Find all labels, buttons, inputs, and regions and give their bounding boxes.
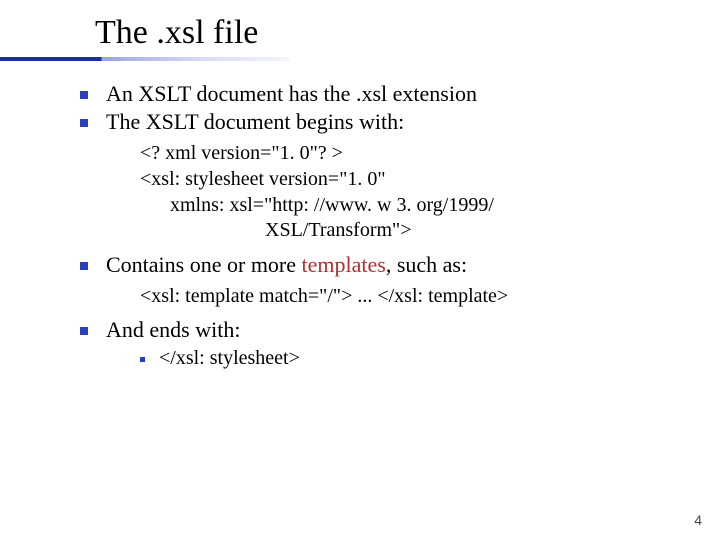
slide-title: The .xsl file [95, 14, 720, 51]
bullet-icon [80, 327, 88, 335]
title-block: The .xsl file [0, 0, 720, 55]
bullet-3: Contains one or more templates, such as: [80, 252, 680, 278]
page-number: 4 [694, 512, 702, 528]
b1-pre: An XSLT document has the [106, 81, 356, 106]
nested-bullet: </xsl: stylesheet> [140, 347, 680, 370]
bullet-1-text: An XSLT document has the .xsl extension [106, 81, 680, 107]
bullet-icon [80, 91, 88, 99]
code-block-3: </xsl: stylesheet> [159, 347, 300, 370]
code-block-2: <xsl: template match="/"> ... </xsl: tem… [140, 284, 680, 310]
b3-post: , such as: [386, 252, 467, 277]
bullet-2-text: The XSLT document begins with: [106, 109, 680, 135]
bullet-1: An XSLT document has the .xsl extension [80, 81, 680, 107]
bullet-2: The XSLT document begins with: [80, 109, 680, 135]
title-post: file [205, 14, 259, 51]
bullet-icon [80, 262, 88, 270]
bullet-4: And ends with: [80, 317, 680, 343]
title-pre: The [95, 14, 156, 51]
bullet-icon [80, 119, 88, 127]
title-xsl: .xsl [156, 14, 204, 51]
bullet-3-text: Contains one or more templates, such as: [106, 252, 680, 278]
b1-xsl: .xsl [356, 81, 387, 106]
bullet-icon [140, 357, 145, 362]
b3-pre: Contains one or more [106, 252, 302, 277]
b1-post: extension [387, 81, 477, 106]
bullet-4-text: And ends with: [106, 317, 680, 343]
b3-highlight: templates [302, 252, 386, 277]
title-underline [0, 57, 290, 61]
slide-body: An XSLT document has the .xsl extension … [0, 55, 720, 370]
code-block-1: <? xml version="1. 0"? > <xsl: styleshee… [140, 141, 680, 243]
